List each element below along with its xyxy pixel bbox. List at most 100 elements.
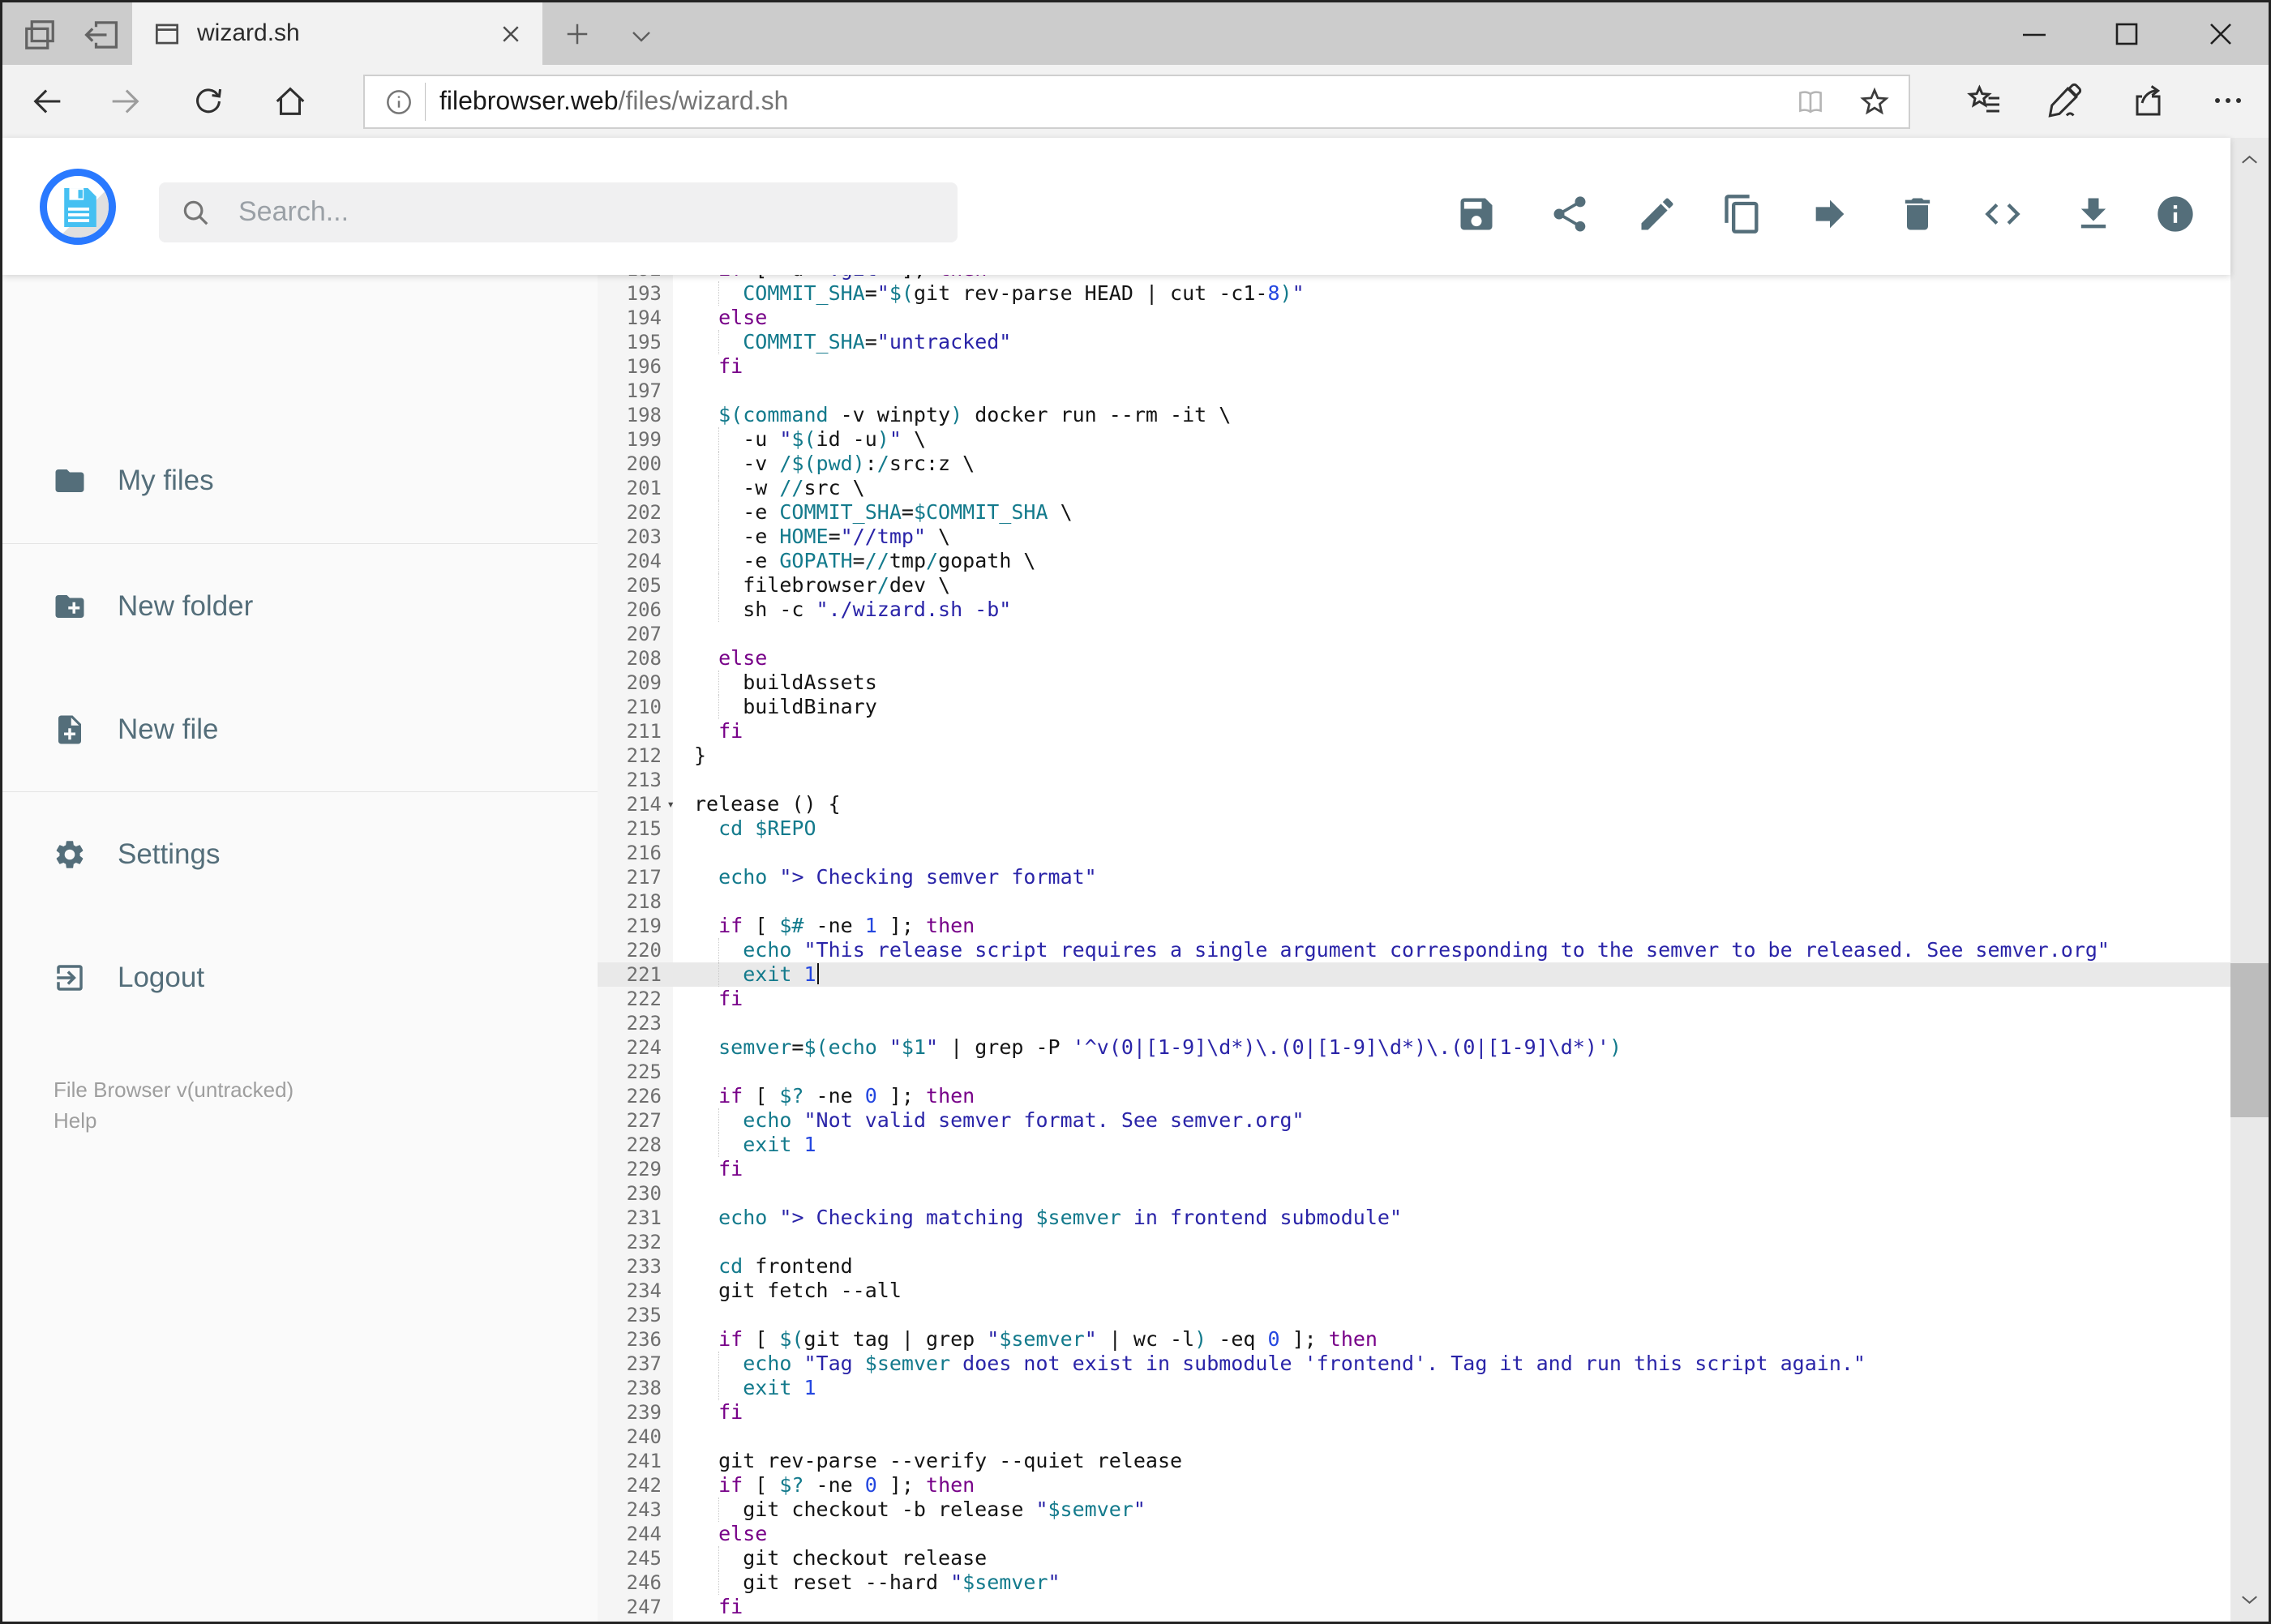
code-line[interactable]: 227 echo "Not valid semver format. See s… xyxy=(598,1108,2230,1133)
code-line[interactable]: 215 cd $REPO xyxy=(598,816,2230,841)
code-text[interactable]: echo "This release script requires a sin… xyxy=(673,938,2230,962)
help-link[interactable]: Help xyxy=(54,1105,294,1136)
code-line[interactable]: 205 filebrowser/dev \ xyxy=(598,573,2230,598)
code-line[interactable]: 233 cd frontend xyxy=(598,1254,2230,1279)
code-text[interactable]: echo "Tag $semver does not exist in subm… xyxy=(673,1352,2230,1376)
code-line[interactable]: 193 COMMIT_SHA="$(git rev-parse HEAD | c… xyxy=(598,281,2230,306)
code-line[interactable]: 217 echo "> Checking semver format" xyxy=(598,865,2230,889)
code-line[interactable]: 218 xyxy=(598,889,2230,914)
code-line[interactable]: 216 xyxy=(598,841,2230,865)
code-line[interactable]: 209 buildAssets xyxy=(598,671,2230,695)
refresh-icon[interactable] xyxy=(190,83,227,120)
code-text[interactable]: git fetch --all xyxy=(673,1279,2230,1303)
code-line[interactable]: 222 fi xyxy=(598,987,2230,1011)
close-window-button[interactable] xyxy=(2201,15,2240,54)
tab-list-chevron-icon[interactable] xyxy=(625,20,658,53)
tab-preview-icon[interactable] xyxy=(19,14,61,56)
code-text[interactable]: -e COMMIT_SHA=$COMMIT_SHA \ xyxy=(673,500,2230,525)
code-text[interactable]: else xyxy=(673,1522,2230,1546)
reading-view-icon[interactable] xyxy=(1793,85,1828,119)
code-text[interactable]: $(command -v winpty) docker run --rm -it… xyxy=(673,403,2230,427)
code-text[interactable]: git rev-parse --verify --quiet release xyxy=(673,1449,2230,1473)
code-text[interactable]: buildBinary xyxy=(673,695,2230,719)
code-line[interactable]: 213 xyxy=(598,768,2230,792)
code-line[interactable]: 244 else xyxy=(598,1522,2230,1546)
code-text[interactable]: -w //src \ xyxy=(673,476,2230,500)
code-line[interactable]: 207 xyxy=(598,622,2230,646)
code-text[interactable]: COMMIT_SHA="$(git rev-parse HEAD | cut -… xyxy=(673,281,2230,306)
code-text[interactable]: semver=$(echo "$1" | grep -P '^v(0|[1-9]… xyxy=(673,1035,2230,1060)
code-text[interactable]: fi xyxy=(673,1400,2230,1425)
search-input[interactable]: Search... xyxy=(159,182,958,242)
code-line[interactable]: 199 -u "$(id -u)" \ xyxy=(598,427,2230,452)
web-note-pen-icon[interactable] xyxy=(2045,81,2084,120)
code-text[interactable] xyxy=(673,841,2230,865)
code-line[interactable]: 208 else xyxy=(598,646,2230,671)
site-info-icon[interactable] xyxy=(383,86,415,118)
code-text[interactable]: filebrowser/dev \ xyxy=(673,573,2230,598)
code-text[interactable] xyxy=(673,1303,2230,1327)
url-text[interactable]: filebrowser.web/files/wizard.sh xyxy=(439,86,788,116)
code-line[interactable]: 237 echo "Tag $semver does not exist in … xyxy=(598,1352,2230,1376)
code-text[interactable]: release () { xyxy=(673,792,2230,816)
code-line[interactable]: 206 sh -c "./wizard.sh -b" xyxy=(598,598,2230,622)
share-button[interactable] xyxy=(1549,193,1591,235)
code-line[interactable]: 247 fi xyxy=(598,1595,2230,1619)
code-line[interactable]: 202 -e COMMIT_SHA=$COMMIT_SHA \ xyxy=(598,500,2230,525)
code-line[interactable]: 221 exit 1 xyxy=(598,962,2230,987)
code-text[interactable]: fi xyxy=(673,1595,2230,1619)
vertical-scrollbar[interactable] xyxy=(2230,138,2269,1622)
code-text[interactable]: if [ $(git tag | grep "$semver" | wc -l)… xyxy=(673,1327,2230,1352)
maximize-button[interactable] xyxy=(2107,15,2146,54)
code-line[interactable]: 195 COMMIT_SHA="untracked" xyxy=(598,330,2230,354)
code-text[interactable] xyxy=(673,1011,2230,1035)
more-icon[interactable] xyxy=(2209,81,2247,120)
code-line[interactable]: 228 exit 1 xyxy=(598,1133,2230,1157)
code-line[interactable]: 231 echo "> Checking matching $semver in… xyxy=(598,1206,2230,1230)
code-line[interactable]: 214 ▾ release () { xyxy=(598,792,2230,816)
sidebar-item-logout[interactable]: Logout xyxy=(2,945,598,1010)
code-line[interactable]: 226 if [ $? -ne 0 ]; then xyxy=(598,1084,2230,1108)
code-text[interactable]: echo "Not valid semver format. See semve… xyxy=(673,1108,2230,1133)
code-line[interactable]: 240 xyxy=(598,1425,2230,1449)
code-line[interactable]: 196 fi xyxy=(598,354,2230,379)
code-text[interactable]: sh -c "./wizard.sh -b" xyxy=(673,598,2230,622)
code-line[interactable]: 211 fi xyxy=(598,719,2230,743)
code-line[interactable]: 224 semver=$(echo "$1" | grep -P '^v(0|[… xyxy=(598,1035,2230,1060)
code-text[interactable]: git checkout release xyxy=(673,1546,2230,1570)
code-text[interactable] xyxy=(673,1425,2230,1449)
code-text[interactable]: if [ $? -ne 0 ]; then xyxy=(673,1084,2230,1108)
scrollbar-thumb[interactable] xyxy=(2230,963,2269,1117)
code-line[interactable]: 194 else xyxy=(598,306,2230,330)
code-text[interactable]: } xyxy=(673,743,2230,768)
forward-icon[interactable] xyxy=(106,83,144,120)
code-text[interactable]: cd frontend xyxy=(673,1254,2230,1279)
hub-icon[interactable] xyxy=(1966,81,2005,120)
code-line[interactable]: 235 xyxy=(598,1303,2230,1327)
code-text[interactable]: else xyxy=(673,306,2230,330)
code-text[interactable] xyxy=(673,1230,2230,1254)
sidebar-item-new-file[interactable]: New file xyxy=(2,697,598,762)
code-line[interactable]: 192 if [ -d ".git" ]; then xyxy=(598,275,2230,281)
switch-editor-button[interactable] xyxy=(1982,193,2024,235)
code-text[interactable]: -v /$(pwd):/src:z \ xyxy=(673,452,2230,476)
code-text[interactable]: exit 1 xyxy=(673,962,2230,987)
code-text[interactable] xyxy=(673,1181,2230,1206)
set-tabs-aside-icon[interactable] xyxy=(80,14,122,56)
file-browser-logo[interactable] xyxy=(40,169,116,245)
code-line[interactable]: 212} xyxy=(598,743,2230,768)
code-text[interactable]: echo "> Checking matching $semver in fro… xyxy=(673,1206,2230,1230)
sidebar-item-settings[interactable]: Settings xyxy=(2,822,598,887)
delete-button[interactable] xyxy=(1896,193,1939,235)
code-text[interactable]: -e HOME="//tmp" \ xyxy=(673,525,2230,549)
code-line[interactable]: 239 fi xyxy=(598,1400,2230,1425)
code-text[interactable]: fi xyxy=(673,354,2230,379)
code-line[interactable]: 225 xyxy=(598,1060,2230,1084)
code-text[interactable]: fi xyxy=(673,1157,2230,1181)
code-text[interactable]: exit 1 xyxy=(673,1376,2230,1400)
code-text[interactable]: git checkout -b release "$semver" xyxy=(673,1498,2230,1522)
code-line[interactable]: 219 if [ $# -ne 1 ]; then xyxy=(598,914,2230,938)
code-text[interactable]: fi xyxy=(673,987,2230,1011)
code-line[interactable]: 200 -v /$(pwd):/src:z \ xyxy=(598,452,2230,476)
code-line[interactable]: 238 exit 1 xyxy=(598,1376,2230,1400)
